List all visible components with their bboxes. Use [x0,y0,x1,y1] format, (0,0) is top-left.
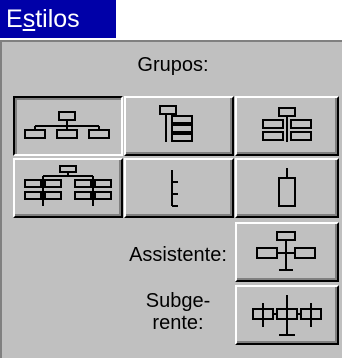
org-vertical-list-icon [159,105,193,142]
styles-panel: Grupos: Assistente: Subge- rente: [0,40,342,358]
style-horizontal-button[interactable] [13,96,123,156]
org-split-vertical-icon [262,107,312,142]
window-title: Estilos [0,0,116,38]
submanager-style-button[interactable] [235,285,339,345]
style-branch-button[interactable] [124,158,234,218]
style-multi-split-button[interactable] [13,158,123,218]
org-single-box-icon [278,168,296,207]
submanager-label: Subge- rente: [145,290,211,334]
style-vertical-list-button[interactable] [124,96,234,156]
assistant-label: Assistente: [129,244,227,266]
org-multi-split-icon [24,165,112,206]
org-horizontal-icon [24,111,110,139]
org-assistant-icon [256,231,316,271]
org-submanager-icon [252,295,322,336]
style-split-vertical-button[interactable] [235,96,339,156]
assistant-style-button[interactable] [235,222,339,282]
org-branch-icon [171,170,178,207]
style-single-box-button[interactable] [235,158,339,218]
groups-header: Grupos: [137,54,209,76]
